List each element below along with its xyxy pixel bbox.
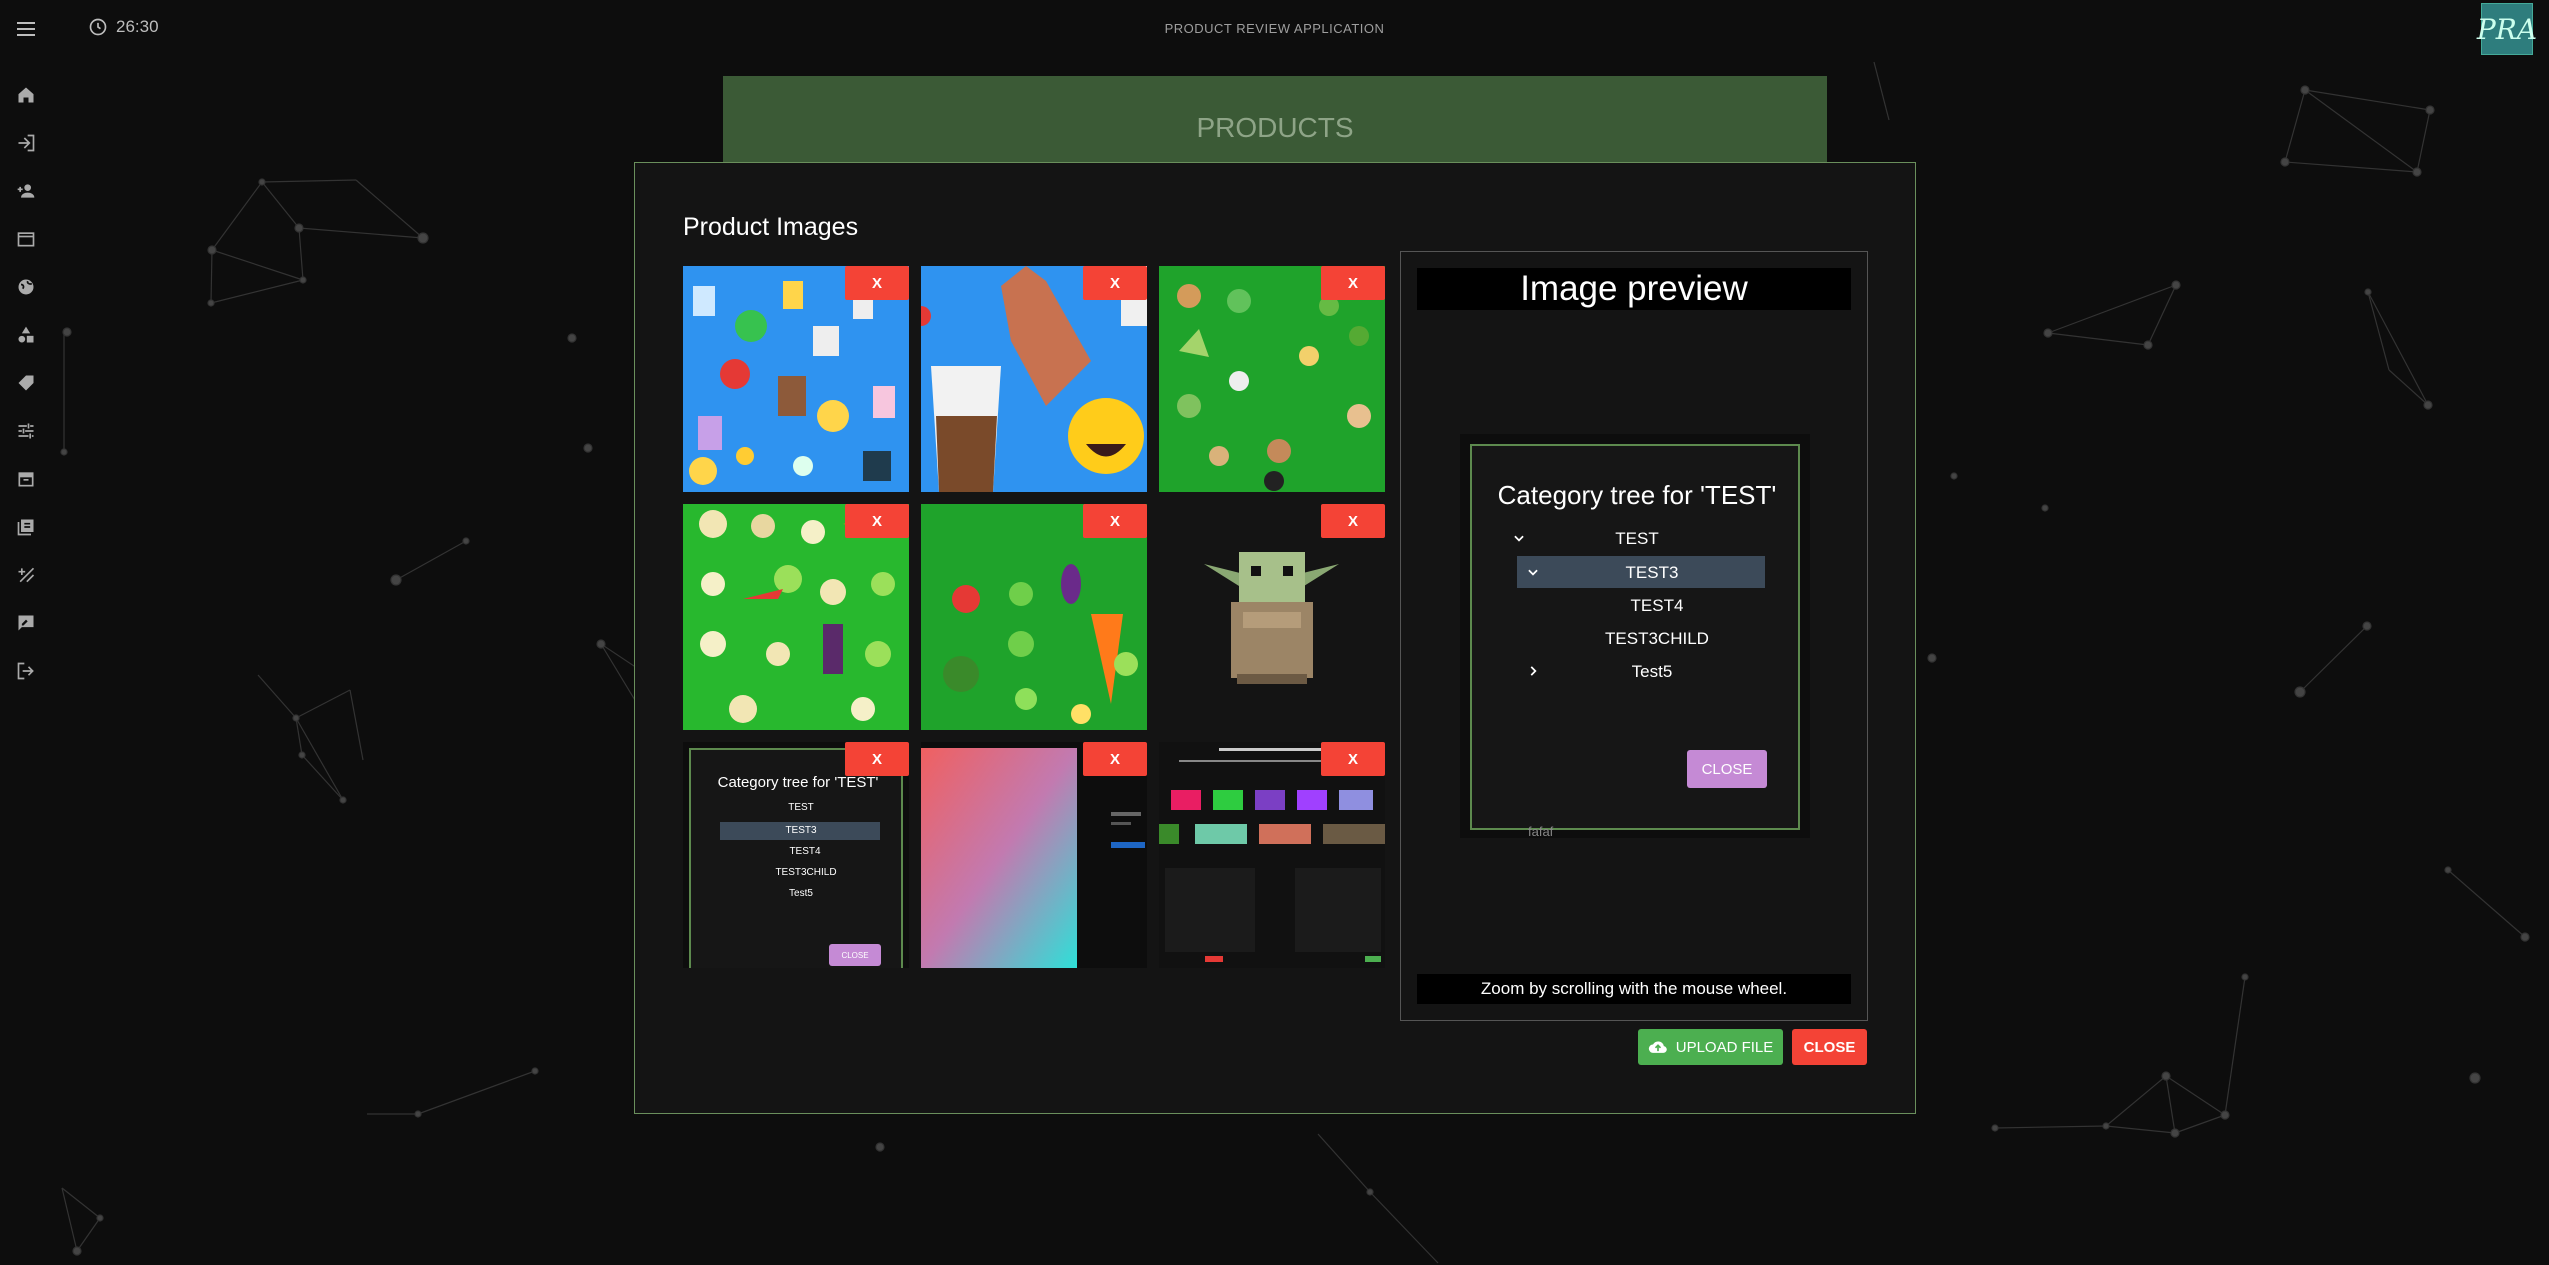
image-preview-panel: Image preview Category tree for 'TEST' T… [1400, 251, 1868, 1021]
tag-icon[interactable] [13, 370, 39, 396]
image-thumbnail[interactable]: X [1159, 266, 1385, 492]
tree-title: Category tree for 'TEST' [717, 774, 879, 791]
image-thumbnail[interactable]: X [921, 504, 1147, 730]
preview-title: Image preview [1417, 268, 1851, 310]
image-grid: X X X X X X Category tree for 'TEST' TES… [683, 266, 1385, 1006]
cloud-upload-icon [1648, 1041, 1667, 1053]
tree-item: Test5 [1631, 662, 1673, 681]
app-title: PRODUCT REVIEW APPLICATION [1164, 21, 1385, 36]
close-dialog-button[interactable]: CLOSE [1792, 1029, 1867, 1065]
tree-item: TEST4 [789, 846, 821, 857]
image-thumbnail[interactable]: X [683, 504, 909, 730]
tree-item: TEST3 [785, 825, 817, 836]
zoom-hint: Zoom by scrolling with the mouse wheel. [1417, 974, 1851, 1004]
home-icon[interactable] [13, 82, 39, 108]
tree-item: TEST3CHILD [775, 867, 837, 878]
chevron-down-icon [1528, 569, 1538, 576]
tree-close-button: CLOSE [1687, 750, 1767, 788]
delete-image-button[interactable]: X [1321, 742, 1385, 776]
reviews-icon[interactable] [13, 514, 39, 540]
preview-tree-screenshot: Category tree for 'TEST' TEST TEST3 TEST… [1470, 444, 1800, 830]
delete-image-button[interactable]: X [1083, 504, 1147, 538]
tree-item: TEST3CHILD [1605, 629, 1709, 648]
app-logo[interactable]: PRA [2477, 3, 2537, 55]
delete-image-button[interactable]: X [845, 504, 909, 538]
preview-image[interactable]: Category tree for 'TEST' TEST TEST3 TEST… [1460, 434, 1810, 839]
tree-item: TEST [788, 802, 814, 813]
upload-file-label: UPLOAD FILE [1675, 1038, 1774, 1056]
category-icon[interactable] [13, 322, 39, 348]
tree-item: TEST4 [1630, 596, 1684, 615]
preview-footer-text: fafaf [1528, 824, 1554, 839]
delete-image-button[interactable]: X [1321, 266, 1385, 300]
tree-screenshot-image: Category tree for 'TEST' TEST TEST3 TEST… [689, 748, 903, 968]
tree-close-button: CLOSE [829, 944, 881, 966]
image-thumbnail[interactable]: X [921, 266, 1147, 492]
delete-image-button[interactable]: X [1321, 504, 1385, 538]
image-thumbnail[interactable]: X [921, 742, 1147, 968]
dialog-title: Product Images [683, 213, 859, 241]
delete-image-button[interactable]: X [845, 742, 909, 776]
chevron-down-icon [1514, 535, 1524, 542]
archive-icon[interactable] [13, 466, 39, 492]
globe-icon[interactable] [13, 274, 39, 300]
percent-icon[interactable] [13, 562, 39, 588]
image-thumbnail[interactable]: X [683, 266, 909, 492]
delete-image-button[interactable]: X [1083, 266, 1147, 300]
add-user-icon[interactable] [13, 178, 39, 204]
top-app-bar: 26:30 PRODUCT REVIEW APPLICATION PRA [0, 0, 2549, 58]
logout-icon[interactable] [13, 658, 39, 684]
page-title: PRODUCTS [723, 76, 1827, 162]
upload-file-button[interactable]: UPLOAD FILE [1638, 1029, 1783, 1065]
tree-item: TEST3 [1625, 563, 1679, 582]
login-icon[interactable] [13, 130, 39, 156]
chevron-right-icon [1530, 666, 1537, 676]
tree-item: Test5 [789, 888, 813, 899]
sidebar-nav [13, 82, 39, 706]
delete-image-button[interactable]: X [845, 266, 909, 300]
rate-review-icon[interactable] [13, 610, 39, 636]
store-icon[interactable] [13, 226, 39, 252]
tune-icon[interactable] [13, 418, 39, 444]
image-thumbnail[interactable]: X [1159, 504, 1385, 730]
tree-item: TEST [1615, 529, 1659, 548]
preview-tree-title: Category tree for 'TEST' [1497, 480, 1777, 510]
delete-image-button[interactable]: X [1083, 742, 1147, 776]
product-images-dialog: Product Images X X X X X X Category tree… [634, 162, 1916, 1114]
image-thumbnail[interactable]: X [1159, 742, 1385, 968]
image-thumbnail[interactable]: Category tree for 'TEST' TEST TEST3 TEST… [683, 742, 909, 968]
